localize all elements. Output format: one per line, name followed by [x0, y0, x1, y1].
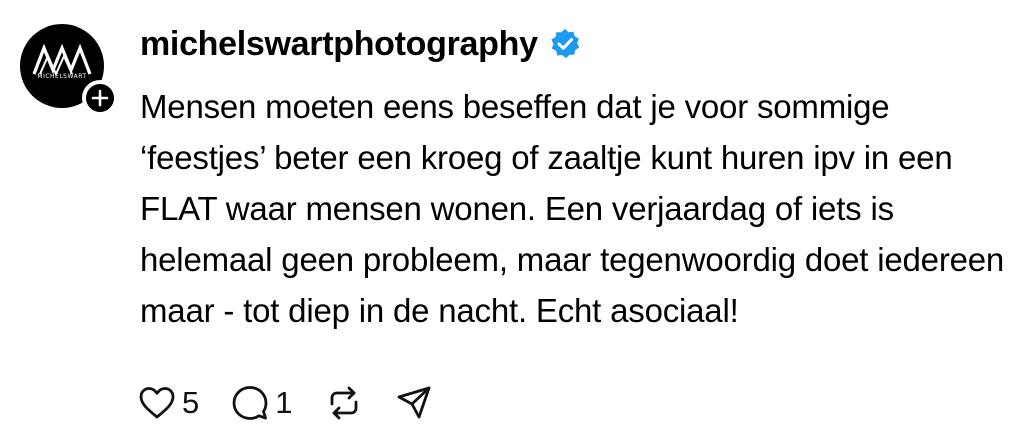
post-header: michelswartphotography [140, 20, 582, 68]
repost-icon [330, 386, 357, 420]
reply-count: 1 [275, 385, 293, 420]
avatar-container[interactable]: MICHELSWART [20, 24, 118, 116]
verified-badge-icon [548, 27, 582, 61]
reply-button[interactable]: 1 [231, 384, 293, 422]
thread-post: MICHELSWART michelswartphotography Mense… [0, 0, 1024, 442]
like-count: 5 [182, 385, 200, 420]
post-body-text: Mensen moeten eens beseffen dat je voor … [140, 88, 1005, 329]
heart-icon [139, 387, 175, 419]
send-icon [397, 386, 430, 419]
share-button[interactable] [395, 384, 433, 422]
username-link[interactable]: michelswartphotography [140, 20, 538, 68]
follow-button[interactable] [82, 80, 118, 116]
avatar-logo-text: MICHELSWART [37, 73, 87, 80]
comment-icon [232, 386, 268, 420]
repost-button[interactable] [325, 384, 363, 422]
post-actions: 5 1 [138, 378, 465, 428]
like-button[interactable]: 5 [138, 384, 199, 422]
plus-icon [91, 89, 109, 107]
